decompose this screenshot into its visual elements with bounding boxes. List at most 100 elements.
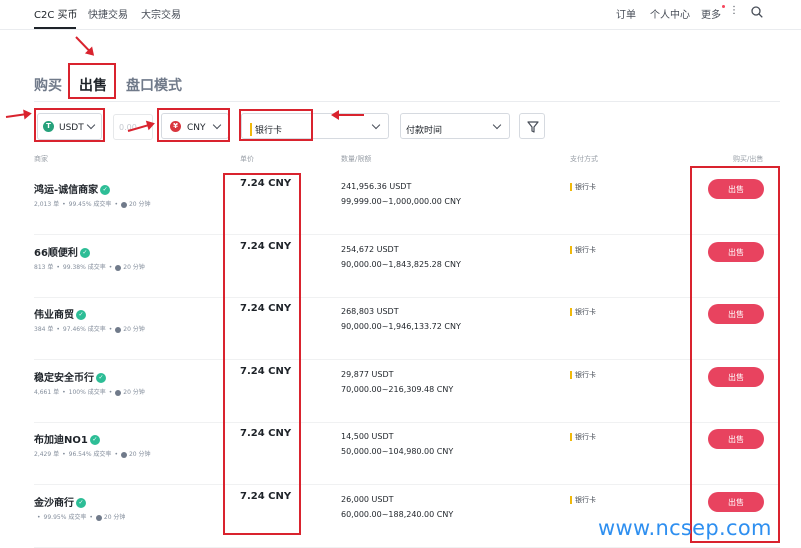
nav-user-center[interactable]: 个人中心	[650, 6, 690, 21]
separator-dot: •	[56, 326, 60, 333]
bank-card-marker-icon	[570, 246, 572, 254]
nav-c2c-buy[interactable]: C2C 买币	[34, 6, 78, 21]
completion-rate: 99.45% 成交率	[68, 201, 112, 208]
merchant-name-text: 伟业商贸	[34, 310, 74, 321]
bank-card-marker-icon	[570, 183, 572, 191]
payment-time: 20 分钟	[103, 514, 126, 521]
separator-dot: •	[108, 264, 113, 271]
tab-buy[interactable]: 购买	[34, 75, 62, 95]
annotation-box-fiat	[157, 108, 230, 142]
separator-dot: •	[114, 451, 118, 458]
available-amount: 29,877 USDT	[341, 370, 394, 379]
available-amount: 268,803 USDT	[341, 307, 399, 316]
merchant-name[interactable]: 鸿运-诚信商家 ✓	[34, 181, 111, 196]
merchant-name[interactable]: 66顺便利 ✓	[34, 244, 90, 259]
funnel-icon	[527, 121, 539, 133]
order-count: 4,661 单	[34, 389, 60, 396]
completion-rate: 99.38% 成交率	[62, 264, 106, 271]
payment-method: 银行卡	[570, 182, 596, 192]
top-nav: C2C 买币 快捷交易 大宗交易 订单 个人中心 更多 ⋮	[0, 0, 801, 30]
order-count: 2,013 单	[34, 201, 60, 208]
merchant-name-text: 金沙商行	[34, 498, 74, 509]
table-row: 66顺便利 ✓ 813 单 • 99.38% 成交率 • 20 分钟 7.24 CNY 254,…	[0, 235, 801, 298]
more-vertical-icon[interactable]: ⋮	[729, 6, 739, 16]
verified-badge-icon: ✓	[96, 373, 106, 383]
payment-method-text: 银行卡	[575, 308, 596, 316]
separator-dot: •	[62, 451, 66, 458]
clock-icon	[120, 201, 127, 208]
tab-orderbook-mode[interactable]: 盘口模式	[126, 75, 182, 95]
merchant-name-text: 稳定安全币行	[34, 373, 94, 384]
merchant-name[interactable]: 金沙商行 ✓	[34, 494, 86, 509]
payment-time: 20 分钟	[123, 264, 145, 271]
separator-dot: •	[56, 264, 60, 271]
payment-method: 银行卡	[570, 245, 596, 255]
payment-time: 20 分钟	[128, 201, 151, 208]
order-limit: 99,999.00~1,000,000.00 CNY	[341, 197, 461, 206]
table-row: 鸿运-诚信商家 ✓ 2,013 单 • 99.45% 成交率 • 20 分钟 7.24 CNY…	[0, 172, 801, 235]
separator-dot: •	[62, 201, 66, 208]
merchant-name-text: 布加迪NO1	[34, 435, 88, 446]
chevron-down-icon	[371, 120, 381, 130]
order-limit: 90,000.00~1,946,133.72 CNY	[341, 322, 461, 331]
completion-rate: 96.54% 成交率	[68, 451, 112, 458]
available-amount: 254,672 USDT	[341, 245, 399, 254]
header-payment: 支付方式	[570, 155, 598, 163]
search-icon[interactable]	[751, 6, 763, 18]
verified-badge-icon: ✓	[100, 185, 111, 195]
separator-dot: •	[108, 326, 113, 333]
merchant-name[interactable]: 布加迪NO1 ✓	[34, 431, 100, 446]
annotation-box-payment	[239, 109, 313, 141]
filter-button[interactable]	[519, 113, 545, 139]
merchant-name[interactable]: 稳定安全币行 ✓	[34, 369, 106, 384]
merchant-name-text: 66顺便利	[34, 248, 78, 259]
bank-card-marker-icon	[570, 496, 572, 504]
header-price: 单价	[240, 155, 254, 163]
header-amount-limit: 数量/限额	[341, 155, 372, 163]
bank-card-marker-icon	[570, 371, 572, 379]
separator-dot: •	[89, 514, 93, 521]
annotation-box-sell-buttons	[690, 166, 780, 543]
completion-rate: 97.46% 成交率	[62, 326, 106, 333]
annotation-box-sell-tab	[68, 63, 116, 99]
payment-time-select[interactable]: 付款时间	[400, 113, 510, 139]
notification-dot	[722, 5, 725, 8]
nav-active-underline	[34, 27, 76, 29]
verified-badge-icon: ✓	[79, 248, 90, 258]
merchant-name[interactable]: 伟业商贸 ✓	[34, 306, 86, 321]
separator-dot: •	[114, 201, 118, 208]
merchant-stats: 384 单 • 97.46% 成交率 • 20 分钟	[34, 324, 145, 333]
merchant-stats: 2,429 单 • 96.54% 成交率 • 20 分钟	[34, 449, 151, 458]
available-amount: 26,000 USDT	[341, 495, 394, 504]
nav-orders[interactable]: 订单	[616, 6, 636, 21]
header-merchant: 商家	[34, 155, 48, 163]
order-limit: 90,000.00~1,843,825.28 CNY	[341, 260, 461, 269]
watermark-text: www.ncsep.com	[598, 516, 772, 540]
order-limit: 50,000.00~104,980.00 CNY	[341, 447, 454, 456]
nav-quick-trade[interactable]: 快捷交易	[88, 6, 128, 21]
payment-time: 20 分钟	[123, 326, 145, 333]
separator-dot: •	[37, 514, 41, 521]
clock-icon	[115, 264, 122, 271]
clock-icon	[115, 389, 122, 396]
available-amount: 241,956.36 USDT	[341, 182, 412, 191]
merchant-stats: • 99.95% 成交率 • 20 分钟	[34, 512, 125, 521]
table-row: 伟业商贸 ✓ 384 单 • 97.46% 成交率 • 20 分钟 7.24 CNY 268,8…	[0, 297, 801, 360]
nav-block-trade[interactable]: 大宗交易	[141, 6, 181, 21]
merchant-stats: 813 单 • 99.38% 成交率 • 20 分钟	[34, 262, 145, 271]
tab-divider	[34, 101, 780, 102]
payment-method-text: 银行卡	[575, 433, 596, 441]
payment-method: 银行卡	[570, 495, 596, 505]
order-count: 2,429 单	[34, 451, 60, 458]
order-limit: 60,000.00~188,240.00 CNY	[341, 510, 454, 519]
header-action: 购买/出售	[733, 155, 764, 163]
completion-rate: 99.95% 成交率	[43, 514, 87, 521]
table-row: 布加迪NO1 ✓ 2,429 单 • 96.54% 成交率 • 20 分钟 7.24 CNY 1…	[0, 422, 801, 485]
nav-more[interactable]: 更多	[701, 6, 721, 21]
clock-icon	[95, 514, 102, 521]
verified-badge-icon: ✓	[76, 498, 86, 508]
verified-badge-icon: ✓	[76, 310, 86, 320]
annotation-arrow	[333, 114, 364, 116]
merchant-stats: 4,661 单 • 100% 成交率 • 20 分钟	[34, 387, 145, 396]
bank-card-marker-icon	[570, 308, 572, 316]
